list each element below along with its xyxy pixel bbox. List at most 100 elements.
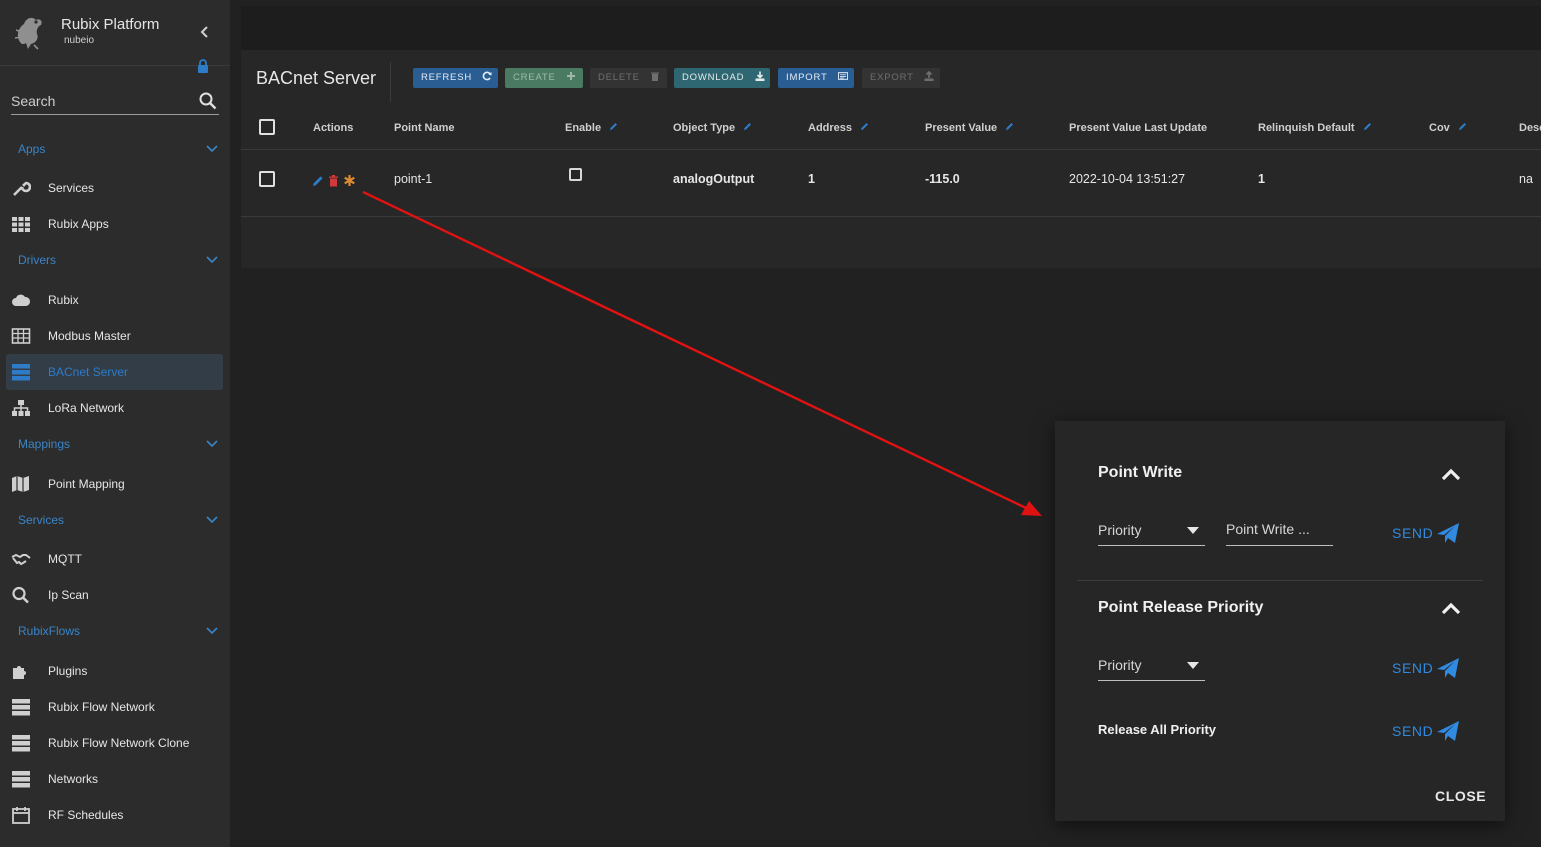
close-button[interactable]: CLOSE xyxy=(1435,788,1486,804)
sidebar-item-rubix-flow-network[interactable]: Rubix Flow Network xyxy=(6,689,223,725)
cell-address: 1 xyxy=(808,172,815,186)
cell-object-type: analogOutput xyxy=(673,172,755,186)
collapse-sidebar-chevron-left-icon[interactable] xyxy=(197,24,211,40)
release-priority-send-button[interactable]: SEND xyxy=(1392,658,1459,682)
point-write-section: Point Write Priority SEND xyxy=(1077,441,1483,581)
refresh-icon xyxy=(483,71,492,81)
release-all-send-button[interactable]: SEND xyxy=(1392,721,1459,745)
import-button[interactable]: IMPORT xyxy=(778,68,854,88)
sidebar-item-label: Services xyxy=(48,181,95,195)
chevron-down-icon xyxy=(206,440,218,448)
lock-icon[interactable] xyxy=(196,59,210,73)
pencil-icon[interactable] xyxy=(743,122,752,131)
sidebar-item-lora-network[interactable]: LoRa Network xyxy=(6,390,223,426)
sidebar-item-rubix[interactable]: Rubix xyxy=(6,282,223,318)
point-write-priority-select[interactable]: Priority xyxy=(1098,516,1205,546)
sidebar-item-services[interactable]: Services xyxy=(6,170,223,206)
column-header-label: Enable xyxy=(565,122,602,134)
delete-button[interactable]: DELETE xyxy=(590,68,667,88)
sidebar-item-label: Rubix Flow Network xyxy=(48,700,155,714)
trash-icon xyxy=(651,72,660,81)
cell-enable-checkbox[interactable] xyxy=(569,168,582,181)
release-all-priority-label: Release All Priority xyxy=(1098,722,1217,737)
sidebar-search xyxy=(11,88,219,115)
point-write-send-button[interactable]: SEND xyxy=(1392,523,1459,547)
title-divider xyxy=(390,62,391,102)
search-icon[interactable] xyxy=(199,92,217,110)
sidebar-item-rubix-flow-network-clone[interactable]: Rubix Flow Network Clone xyxy=(6,725,223,761)
column-header-enable[interactable]: Enable xyxy=(565,122,618,134)
column-header-point-name[interactable]: Point Name xyxy=(394,122,455,134)
point-write-value-input[interactable] xyxy=(1226,521,1333,537)
pencil-icon[interactable] xyxy=(1363,122,1372,131)
sidebar-item-label: Modbus Master xyxy=(48,329,131,343)
search-input[interactable] xyxy=(11,93,191,109)
server-stack-icon xyxy=(12,364,30,381)
column-header-description[interactable]: Desc xyxy=(1519,122,1541,134)
row-select-checkbox[interactable] xyxy=(259,171,275,187)
sidebar-item-networks[interactable]: Networks xyxy=(6,761,223,797)
refresh-button[interactable]: REFRESH xyxy=(413,68,498,88)
column-header-label: Present Value xyxy=(925,122,998,134)
section-services[interactable]: Services xyxy=(0,508,230,532)
column-header-cov[interactable]: Cov xyxy=(1429,122,1467,134)
section-apps[interactable]: Apps xyxy=(0,137,230,161)
chevron-down-icon xyxy=(206,145,218,153)
create-button[interactable]: CREATE xyxy=(505,68,583,88)
search-icon xyxy=(12,586,29,604)
select-label: Priority xyxy=(1098,522,1142,538)
column-header-object-type[interactable]: Object Type xyxy=(673,122,752,134)
pencil-icon[interactable] xyxy=(860,122,869,131)
section-label: Services xyxy=(18,513,65,527)
edit-pencil-icon[interactable] xyxy=(312,175,324,187)
bacnet-points-panel: BACnet Server REFRESH CREATE DELETE DOWN… xyxy=(241,50,1541,268)
cell-point-name: point-1 xyxy=(394,172,433,186)
column-header-label: Relinquish Default xyxy=(1258,122,1355,134)
chevron-down-icon xyxy=(206,627,218,635)
table-row[interactable]: point-1 analogOutput 1 -115.0 2022-10-04… xyxy=(241,150,1541,217)
upload-icon xyxy=(924,71,934,81)
sidebar-item-modbus-master[interactable]: Modbus Master xyxy=(6,318,223,354)
column-header-present-value-last-update[interactable]: Present Value Last Update xyxy=(1069,122,1207,134)
sidebar-item-mqtt[interactable]: MQTT xyxy=(6,541,223,577)
section-mappings[interactable]: Mappings xyxy=(0,432,230,456)
sidebar-item-bacnet-server[interactable]: BACnet Server xyxy=(6,354,223,390)
delete-trash-icon[interactable] xyxy=(328,175,339,187)
column-header-relinquish-default[interactable]: Relinquish Default xyxy=(1258,122,1372,134)
column-header-address[interactable]: Address xyxy=(808,122,869,134)
delete-button-label: DELETE xyxy=(598,72,640,83)
priority-asterisk-icon[interactable] xyxy=(343,174,356,187)
sidebar-item-rf-schedules[interactable]: RF Schedules xyxy=(6,797,223,833)
sidebar-item-plugins[interactable]: Plugins xyxy=(6,653,223,689)
column-header-present-value[interactable]: Present Value xyxy=(925,122,1014,134)
chevron-down-icon xyxy=(206,256,218,264)
section-label: Mappings xyxy=(18,437,71,451)
sidebar-item-label: LoRa Network xyxy=(48,401,125,415)
pencil-icon[interactable] xyxy=(609,122,618,131)
download-button-label: DOWNLOAD xyxy=(682,72,745,83)
sidebar-item-ip-scan[interactable]: Ip Scan xyxy=(6,577,223,613)
sidebar-item-point-mapping[interactable]: Point Mapping xyxy=(6,466,223,502)
server-stack-icon xyxy=(12,771,30,788)
paper-plane-icon xyxy=(1437,523,1459,543)
section-rubixflows[interactable]: RubixFlows xyxy=(0,619,230,643)
send-label: SEND xyxy=(1392,723,1434,739)
chevron-up-icon[interactable] xyxy=(1441,601,1461,615)
pencil-icon[interactable] xyxy=(1458,122,1467,131)
chevron-up-icon[interactable] xyxy=(1441,467,1461,481)
download-button[interactable]: DOWNLOAD xyxy=(674,68,770,88)
point-release-priority-title: Point Release Priority xyxy=(1098,599,1264,616)
select-all-checkbox[interactable] xyxy=(259,119,275,135)
handshake-icon xyxy=(11,553,31,566)
puzzle-piece-icon xyxy=(13,666,26,679)
sidebar-item-label: Plugins xyxy=(48,664,88,678)
calendar-icon xyxy=(12,807,30,824)
section-drivers[interactable]: Drivers xyxy=(0,248,230,272)
pencil-icon[interactable] xyxy=(1005,122,1014,131)
release-priority-select[interactable]: Priority xyxy=(1098,651,1205,681)
sidebar-item-rubix-apps[interactable]: Rubix Apps xyxy=(6,206,223,242)
cloud-icon xyxy=(12,294,31,306)
export-button[interactable]: EXPORT xyxy=(862,68,940,88)
point-write-value-field[interactable] xyxy=(1226,516,1333,546)
row-actions xyxy=(312,174,358,188)
